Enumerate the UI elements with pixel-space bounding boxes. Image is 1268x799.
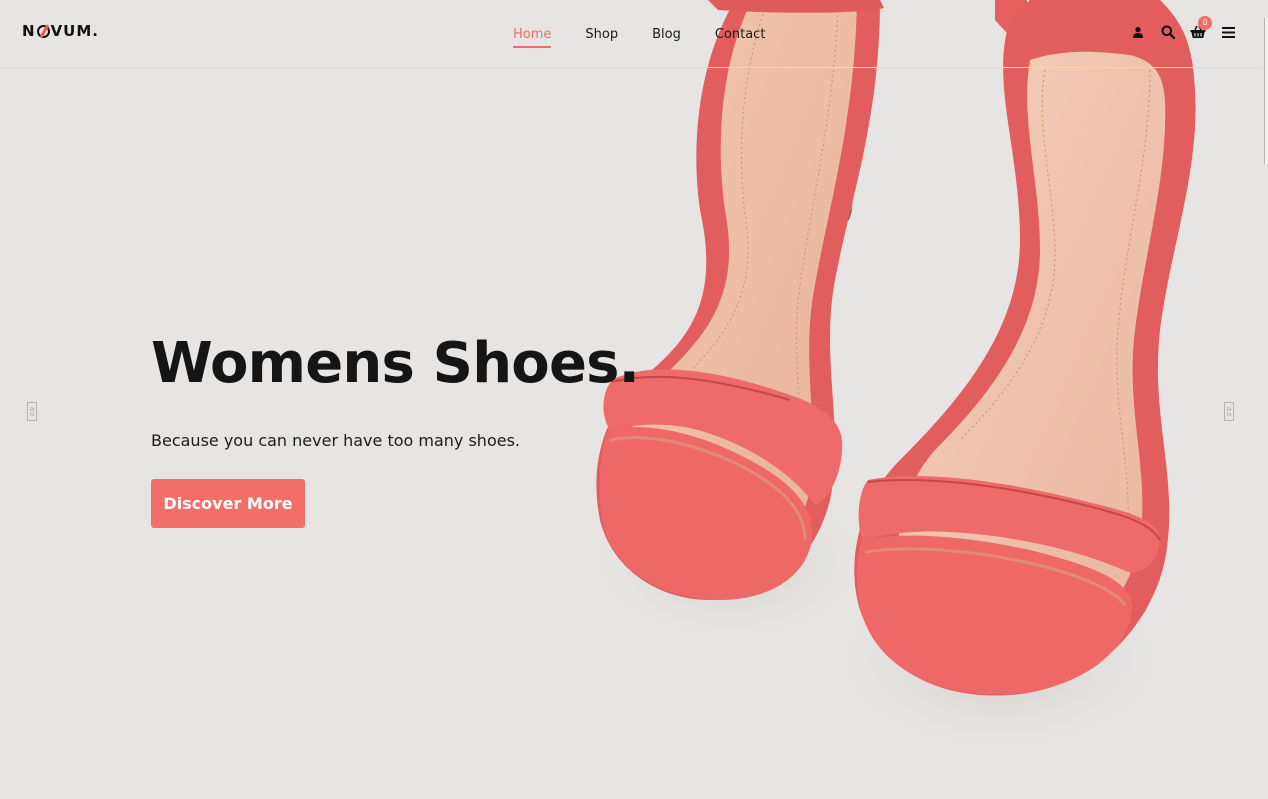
site-header: N VUM. Home Shop Blog Contact 0 (0, 0, 1262, 68)
nav-item-blog[interactable]: Blog (652, 27, 681, 42)
hamburger-icon[interactable] (1220, 24, 1236, 40)
basket-icon[interactable]: 0 (1190, 16, 1212, 40)
hero-subtitle: Because you can never have too many shoe… (151, 431, 520, 450)
logo-text-left: N (22, 22, 36, 40)
logo-o-mark-icon (36, 24, 50, 38)
hero-section: Womens Shoes. Because you can never have… (0, 0, 1268, 799)
main-nav: Home Shop Blog Contact (513, 27, 799, 48)
slider-next-arrow-icon[interactable]: E0 54 (1224, 402, 1234, 421)
logo[interactable]: N VUM. (22, 22, 99, 40)
logo-text-right: VUM. (50, 22, 99, 40)
header-actions: 0 (1130, 16, 1250, 40)
nav-item-shop[interactable]: Shop (585, 27, 618, 42)
search-icon[interactable] (1160, 24, 1176, 40)
hero-title: Womens Shoes. (151, 331, 640, 396)
slider-prev-arrow-icon[interactable]: E0 53 (27, 402, 37, 421)
user-icon[interactable] (1130, 24, 1146, 40)
discover-more-button[interactable]: Discover More (151, 479, 305, 528)
page: N VUM. Home Shop Blog Contact 0 Womens S… (0, 0, 1268, 799)
nav-item-home[interactable]: Home (513, 27, 552, 48)
nav-item-contact[interactable]: Contact (715, 27, 766, 42)
cart-count-badge: 0 (1198, 16, 1212, 30)
